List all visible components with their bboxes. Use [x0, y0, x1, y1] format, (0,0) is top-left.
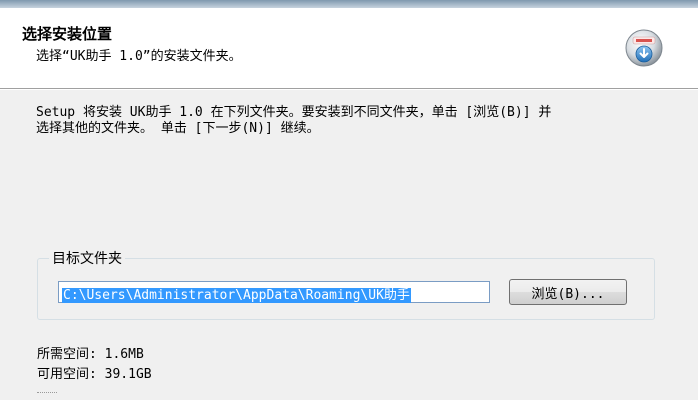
wizard-header: 选择安装位置 选择“UK助手 1.0”的安装文件夹。 — [0, 8, 698, 89]
destination-folder-label: 目标文件夹 — [49, 248, 125, 268]
installer-disk-icon — [624, 28, 664, 68]
space-required-text: 所需空间: 1.6MB — [37, 347, 144, 362]
window-title-bar — [0, 0, 698, 8]
destination-path-text: C:\Users\Administrator\AppData\Roaming\U… — [62, 288, 411, 303]
footer-divider — [37, 392, 57, 394]
destination-path-input[interactable]: C:\Users\Administrator\AppData\Roaming\U… — [58, 281, 490, 303]
install-description: Setup 将安装 UK助手 1.0 在下列文件夹。要安装到不同文件夹，单击 [… — [36, 105, 676, 137]
description-line-2: 选择其他的文件夹。 单击 [下一步(N)] 继续。 — [36, 121, 320, 136]
space-available-text: 可用空间: 39.1GB — [37, 367, 152, 382]
page-title: 选择安装位置 — [22, 25, 113, 43]
header-divider — [0, 89, 698, 90]
browse-button[interactable]: 浏览(B)... — [509, 279, 627, 305]
page-subtitle: 选择“UK助手 1.0”的安装文件夹。 — [36, 49, 242, 64]
description-line-1: Setup 将安装 UK助手 1.0 在下列文件夹。要安装到不同文件夹，单击 [… — [36, 105, 552, 120]
